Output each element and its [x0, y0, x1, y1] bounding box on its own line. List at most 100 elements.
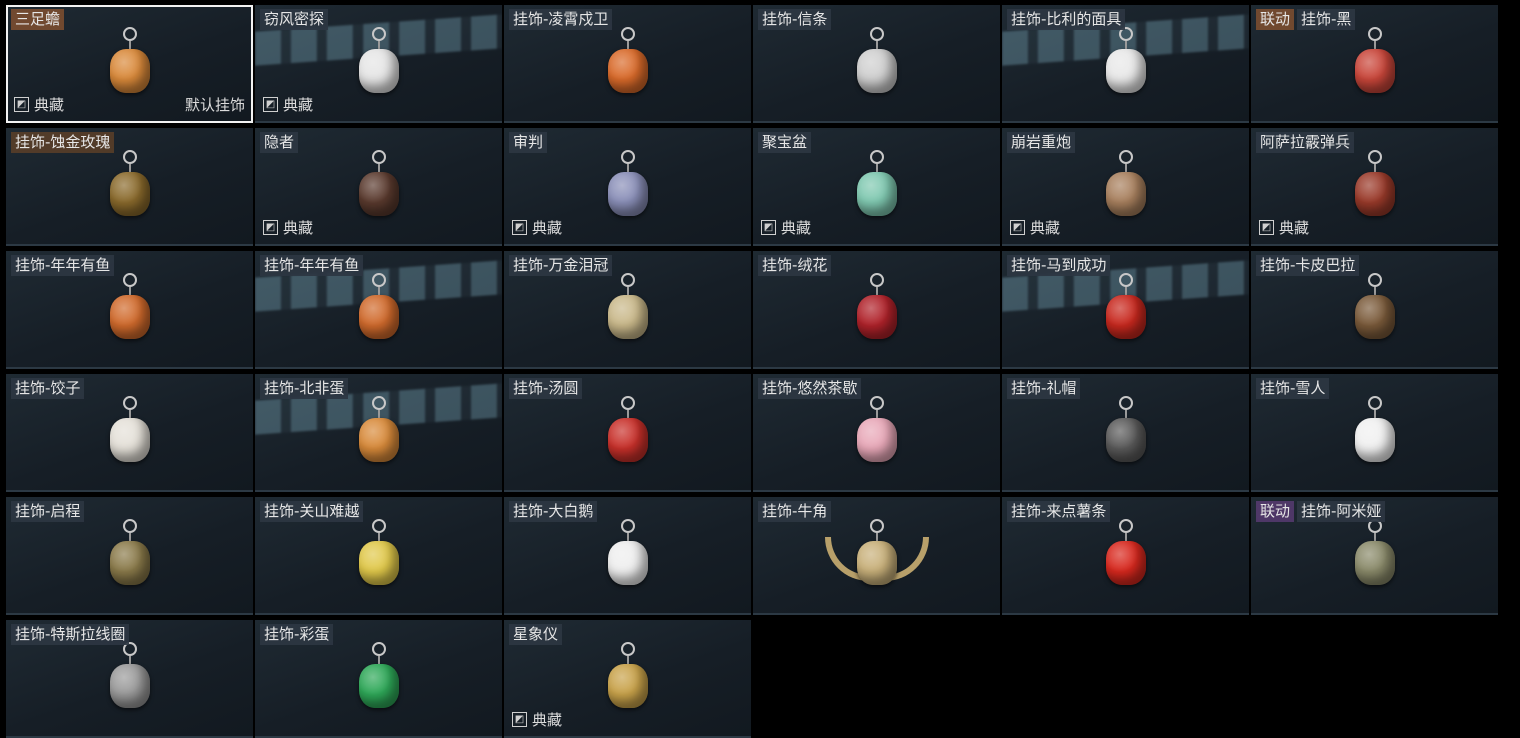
chain-icon: [377, 533, 380, 541]
ring-icon: [620, 27, 635, 41]
ring-icon: [869, 150, 884, 164]
charm-card[interactable]: 挂饰-雪人: [1251, 374, 1498, 492]
ring-icon: [1367, 273, 1382, 287]
charm-card[interactable]: 隐者 ◩ 典藏: [255, 128, 502, 246]
ring-icon: [620, 396, 635, 410]
charm-body-icon: [358, 418, 399, 462]
charm-card[interactable]: 挂饰-饺子: [6, 374, 253, 492]
charm-icon: [109, 150, 150, 216]
collection-badge: ◩ 典藏: [263, 217, 313, 238]
charm-label: 聚宝盆: [758, 132, 812, 153]
charm-label: 挂饰-凌霄戍卫: [509, 9, 613, 30]
charm-label: 挂饰-年年有鱼: [260, 255, 364, 276]
charm-name: 挂饰-年年有鱼: [11, 255, 115, 276]
charm-icon: [1105, 396, 1146, 462]
charm-card[interactable]: 挂饰-特斯拉线圈: [6, 620, 253, 738]
charm-icon: [358, 396, 399, 462]
charm-card[interactable]: 审判 ◩ 典藏: [504, 128, 751, 246]
charm-card[interactable]: 挂饰-卡皮巴拉: [1251, 251, 1498, 369]
charm-body-icon: [856, 295, 897, 339]
charm-card[interactable]: 星象仪 ◩ 典藏: [504, 620, 751, 738]
charm-name: 挂饰-比利的面具: [1007, 9, 1126, 30]
charm-label: 挂饰-绒花: [758, 255, 832, 276]
collection-label: 典藏: [532, 219, 563, 237]
charm-body-icon: [109, 49, 150, 93]
charm-card[interactable]: 聚宝盆 ◩ 典藏: [753, 128, 1000, 246]
charm-card[interactable]: 挂饰-彩蛋: [255, 620, 502, 738]
chain-icon: [1124, 410, 1127, 418]
ring-icon: [1118, 273, 1133, 287]
charm-card[interactable]: 窃风密探 ◩ 典藏: [255, 5, 502, 123]
charm-card[interactable]: 挂饰-信条: [753, 5, 1000, 123]
charm-card[interactable]: 挂饰-启程: [6, 497, 253, 615]
charm-card[interactable]: 三足蟾 ◩ 典藏 默认挂饰: [6, 5, 253, 123]
charm-card[interactable]: 阿萨拉霰弹兵 ◩ 典藏: [1251, 128, 1498, 246]
charm-card[interactable]: 挂饰-绒花: [753, 251, 1000, 369]
charm-icon: [1354, 273, 1395, 339]
charm-card[interactable]: 挂饰-悠然茶歇: [753, 374, 1000, 492]
chain-icon: [377, 287, 380, 295]
charm-body-icon: [109, 541, 150, 585]
charm-label: 挂饰-来点薯条: [1007, 501, 1111, 522]
charm-card[interactable]: 挂饰-蚀金玫瑰: [6, 128, 253, 246]
charm-body-icon: [607, 295, 648, 339]
charm-card[interactable]: 联动 挂饰-黑: [1251, 5, 1498, 123]
ring-icon: [1367, 396, 1382, 410]
charm-label: 挂饰-北非蛋: [260, 378, 349, 399]
charm-icon: [109, 273, 150, 339]
charm-name: 窃风密探: [260, 9, 329, 30]
charm-name: 挂饰-饺子: [11, 378, 85, 399]
charm-label: 挂饰-年年有鱼: [11, 255, 115, 276]
charm-body-icon: [1105, 418, 1146, 462]
charm-card[interactable]: 挂饰-牛角: [753, 497, 1000, 615]
ring-icon: [1367, 150, 1382, 164]
collection-label: 典藏: [781, 219, 812, 237]
charm-card[interactable]: 挂饰-凌霄戍卫: [504, 5, 751, 123]
charm-name: 挂饰-汤圆: [509, 378, 583, 399]
charm-card[interactable]: 挂饰-年年有鱼: [6, 251, 253, 369]
charm-card[interactable]: 挂饰-马到成功: [1002, 251, 1249, 369]
charm-icon: [856, 27, 897, 93]
charm-label: 挂饰-彩蛋: [260, 624, 334, 645]
charm-name: 挂饰-卡皮巴拉: [1256, 255, 1360, 276]
charm-label: 联动 挂饰-阿米娅: [1256, 501, 1386, 522]
charm-card[interactable]: 崩岩重炮 ◩ 典藏: [1002, 128, 1249, 246]
collab-tag: 联动: [1256, 501, 1295, 522]
ring-icon: [371, 396, 386, 410]
collection-icon: ◩: [512, 220, 527, 235]
collection-icon: ◩: [263, 97, 278, 112]
charm-card[interactable]: 挂饰-礼帽: [1002, 374, 1249, 492]
charm-name: 挂饰-关山难越: [260, 501, 364, 522]
charm-card[interactable]: 挂饰-比利的面具: [1002, 5, 1249, 123]
charm-card[interactable]: 挂饰-年年有鱼: [255, 251, 502, 369]
ring-icon: [620, 519, 635, 533]
charm-card[interactable]: 挂饰-北非蛋: [255, 374, 502, 492]
charm-grid: 三足蟾 ◩ 典藏 默认挂饰 窃风密探 ◩ 典藏 挂饰-凌霄戍卫 挂饰-信条 挂饰-比利的面具 联动挂…: [6, 5, 1498, 738]
charm-card[interactable]: 挂饰-大白鹅: [504, 497, 751, 615]
collection-badge: ◩ 典藏: [1259, 217, 1309, 238]
charm-icon: [1105, 519, 1146, 585]
collection-label: 典藏: [1279, 219, 1310, 237]
ring-icon: [869, 396, 884, 410]
charm-icon: [856, 150, 897, 216]
collection-badge: ◩ 典藏: [1010, 217, 1060, 238]
collection-badge: ◩ 典藏: [263, 94, 313, 115]
charm-card[interactable]: 挂饰-万金泪冠: [504, 251, 751, 369]
charm-card[interactable]: 挂饰-来点薯条: [1002, 497, 1249, 615]
charm-card[interactable]: 挂饰-汤圆: [504, 374, 751, 492]
charm-name: 挂饰-信条: [758, 9, 832, 30]
charm-card[interactable]: 挂饰-关山难越: [255, 497, 502, 615]
charm-body-icon: [1354, 172, 1395, 216]
charm-body-icon: [607, 49, 648, 93]
charm-label: 挂饰-大白鹅: [509, 501, 598, 522]
chain-icon: [1124, 41, 1127, 49]
charm-name: 挂饰-马到成功: [1007, 255, 1111, 276]
charm-card[interactable]: 联动 挂饰-阿米娅: [1251, 497, 1498, 615]
ring-icon: [122, 519, 137, 533]
collection-badge: ◩ 典藏: [512, 709, 562, 730]
charm-body-icon: [109, 418, 150, 462]
charm-icon: [1354, 519, 1395, 585]
chain-icon: [1373, 533, 1376, 541]
charm-label: 挂饰-启程: [11, 501, 85, 522]
charm-name: 挂饰-雪人: [1256, 378, 1330, 399]
